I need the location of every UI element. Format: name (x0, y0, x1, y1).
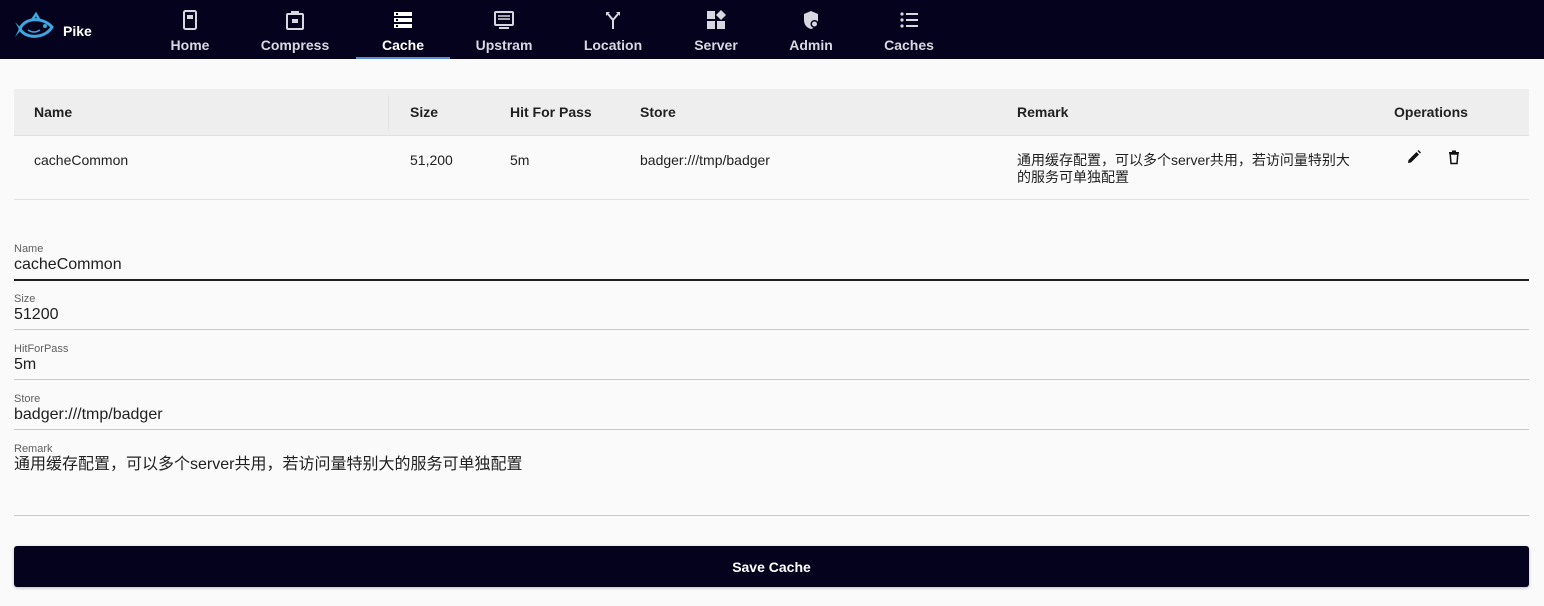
hit-for-pass-field-label: HitForPass (14, 343, 69, 355)
tab-upstream[interactable]: Upstram (474, 0, 534, 59)
tab-caches[interactable]: Caches (883, 0, 935, 59)
column-header-store: Store (640, 104, 676, 120)
tab-caches-label: Caches (884, 37, 934, 53)
fish-logo-icon (12, 11, 56, 51)
edit-icon (1406, 149, 1422, 165)
tab-location-label: Location (583, 37, 643, 53)
tab-home[interactable]: Home (169, 0, 211, 59)
column-header-hit-for-pass: Hit For Pass (510, 104, 592, 120)
tab-cache-label: Cache (381, 37, 425, 53)
remark-field[interactable]: Remark 通用缓存配置，可以多个server共用，若访问量特别大的服务可单独… (14, 440, 1529, 516)
home-icon (179, 9, 201, 31)
column-header-size: Size (410, 104, 439, 120)
name-input[interactable] (14, 255, 1529, 274)
table-header: Name Size Hit For Pass Store Remark Oper… (14, 89, 1529, 136)
remark-textarea[interactable]: 通用缓存配置，可以多个server共用，若访问量特别大的服务可单独配置 (14, 455, 1529, 511)
size-input[interactable] (14, 305, 1529, 324)
compress-icon (284, 9, 306, 31)
location-icon (602, 9, 624, 31)
cache-icon (392, 9, 414, 31)
store-field[interactable]: Store (14, 390, 1529, 430)
hit-for-pass-input[interactable] (14, 355, 1529, 374)
column-header-operations: Operations (1394, 104, 1468, 120)
active-tab-indicator (356, 57, 450, 59)
delete-icon (1446, 149, 1462, 165)
store-input[interactable] (14, 405, 1529, 424)
column-header-remark: Remark (1017, 104, 1069, 120)
admin-icon (800, 9, 822, 31)
tab-location[interactable]: Location (583, 0, 643, 59)
tab-compress-label: Compress (260, 37, 330, 53)
size-field[interactable]: Size (14, 290, 1529, 330)
cell-store: badger:///tmp/badger (640, 152, 770, 168)
tab-compress[interactable]: Compress (261, 0, 329, 59)
tab-cache[interactable]: Cache (356, 0, 450, 59)
column-divider (388, 95, 389, 130)
brand[interactable]: Pike (12, 11, 92, 51)
tab-admin[interactable]: Admin (789, 0, 833, 59)
save-cache-button[interactable]: Save Cache (14, 546, 1529, 587)
top-app-bar: Pike Home Compress Cache Upstram Locatio… (0, 0, 1544, 59)
tab-server-label: Server (694, 37, 738, 53)
name-field[interactable]: Name (14, 240, 1529, 281)
tab-home-label: Home (170, 37, 210, 53)
name-field-label: Name (14, 243, 44, 255)
cell-hit-for-pass: 5m (510, 152, 530, 168)
hit-for-pass-field[interactable]: HitForPass (14, 340, 1529, 380)
delete-button[interactable] (1446, 149, 1462, 165)
cell-size: 51,200 (410, 152, 453, 168)
upstream-icon (493, 9, 515, 31)
server-icon (705, 9, 727, 31)
tab-admin-label: Admin (789, 37, 833, 53)
cell-remark: 通用缓存配置，可以多个server共用，若访问量特别大的服务可单独配置 (1017, 152, 1350, 185)
cache-table: Name Size Hit For Pass Store Remark Oper… (14, 89, 1529, 200)
caches-icon (898, 9, 920, 31)
cell-name: cacheCommon (34, 152, 129, 168)
table-row[interactable]: cacheCommon 51,200 5m badger:///tmp/badg… (14, 136, 1529, 200)
size-field-label: Size (14, 293, 36, 305)
column-header-name: Name (34, 104, 73, 120)
remark-field-label: Remark (14, 443, 53, 455)
tab-upstream-label: Upstram (475, 37, 533, 53)
edit-button[interactable] (1406, 149, 1422, 165)
app-name: Pike (63, 23, 92, 39)
store-field-label: Store (14, 393, 41, 405)
tab-server[interactable]: Server (694, 0, 738, 59)
